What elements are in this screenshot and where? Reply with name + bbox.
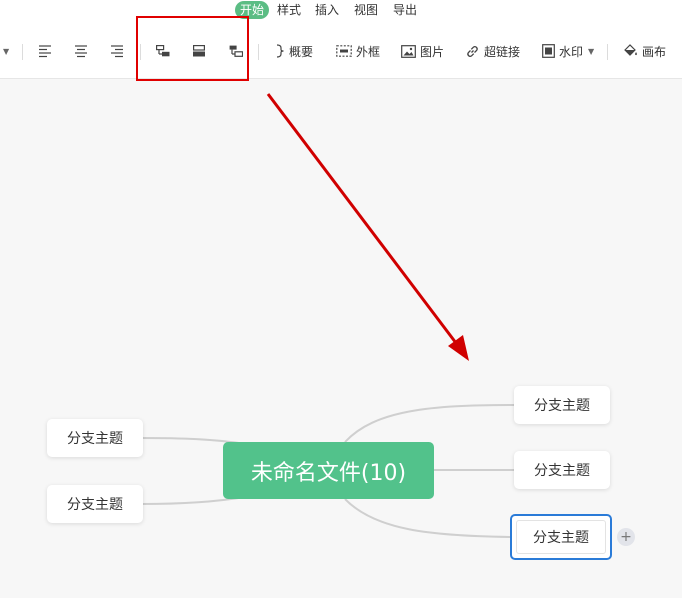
branch-topic-left-1[interactable]: 分支主题 <box>47 419 143 457</box>
branch-topic-label: 分支主题 <box>534 463 590 479</box>
annotation-highlight-box <box>136 16 249 81</box>
root-topic[interactable]: 未命名文件(10) <box>223 442 434 499</box>
branch-topic-left-2[interactable]: 分支主题 <box>47 485 143 523</box>
branch-topic-label: 分支主题 <box>534 398 590 414</box>
branch-topic-right-2[interactable]: 分支主题 <box>514 451 610 489</box>
branch-topic-label: 分支主题 <box>67 497 123 513</box>
branch-topic-label: 分支主题 <box>67 431 123 447</box>
branch-topic-right-1[interactable]: 分支主题 <box>514 386 610 424</box>
add-topic-icon[interactable]: + <box>617 528 635 546</box>
branch-topic-label: 分支主题 <box>516 520 606 554</box>
branch-topic-right-3-selected[interactable]: 分支主题 <box>510 514 612 560</box>
